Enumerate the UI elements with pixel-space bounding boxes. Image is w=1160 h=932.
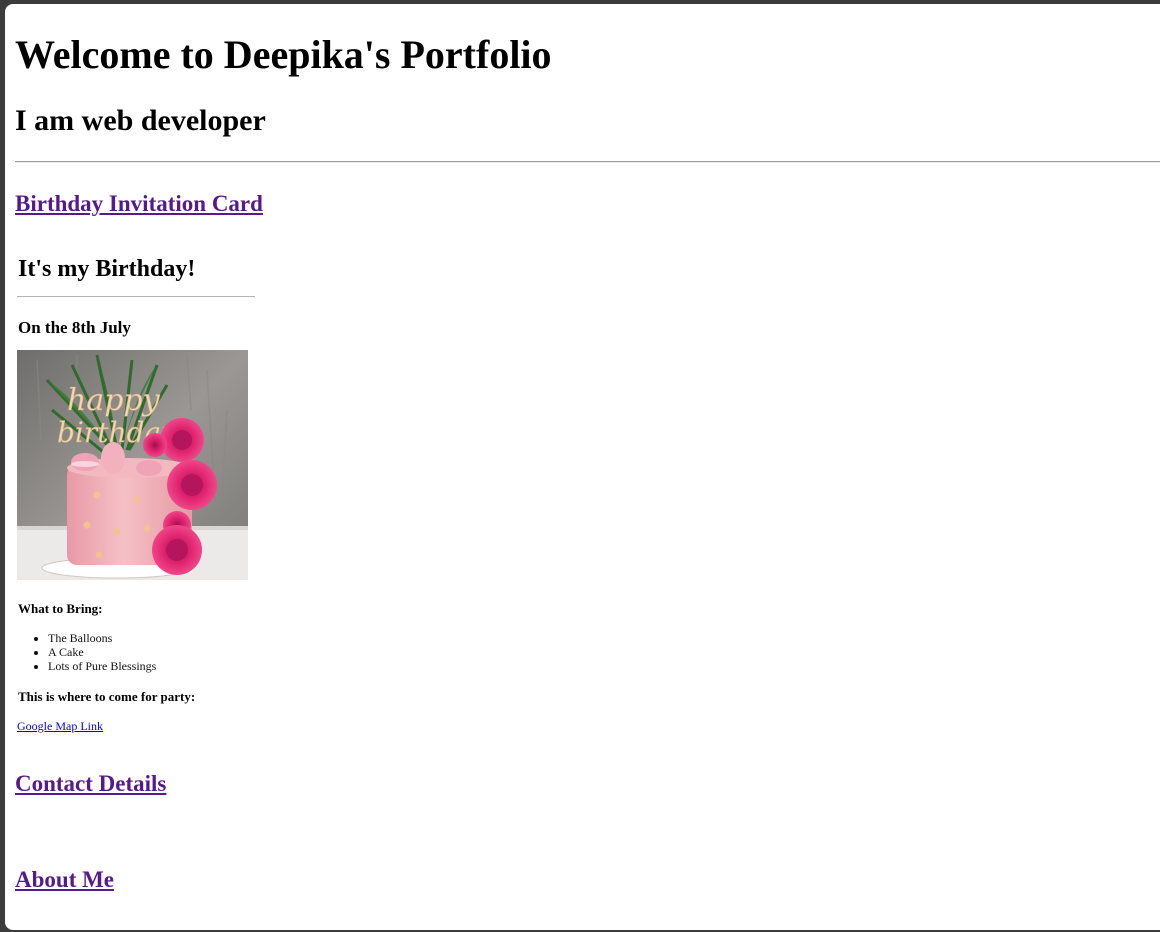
birthday-invitation-link[interactable]: Birthday Invitation Card (15, 190, 263, 218)
google-map-link[interactable]: Google Map Link (17, 718, 103, 734)
browser-viewport: Welcome to Deepika's Portfolio I am web … (5, 4, 1160, 930)
cake-topper-happy: happy (67, 383, 161, 418)
card-heading: It's my Birthday! (18, 256, 196, 282)
birthday-cake-image: happy birthday (17, 350, 248, 580)
list-item: A Cake (48, 645, 156, 659)
card-date: On the 8th July (18, 318, 131, 337)
list-item: Lots of Pure Blessings (48, 659, 156, 673)
list-item: The Balloons (48, 631, 156, 645)
card-divider (17, 296, 255, 297)
page-subtitle: I am web developer (15, 104, 266, 137)
page-title: Welcome to Deepika's Portfolio (15, 32, 552, 77)
contact-details-link[interactable]: Contact Details (15, 770, 166, 798)
about-me-link[interactable]: About Me (15, 866, 114, 894)
party-location-label: This is where to come for party: (18, 689, 196, 704)
bring-list: The Balloons A Cake Lots of Pure Blessin… (17, 631, 156, 673)
what-to-bring-label: What to Bring: (18, 601, 103, 616)
horizontal-rule (15, 161, 1160, 163)
